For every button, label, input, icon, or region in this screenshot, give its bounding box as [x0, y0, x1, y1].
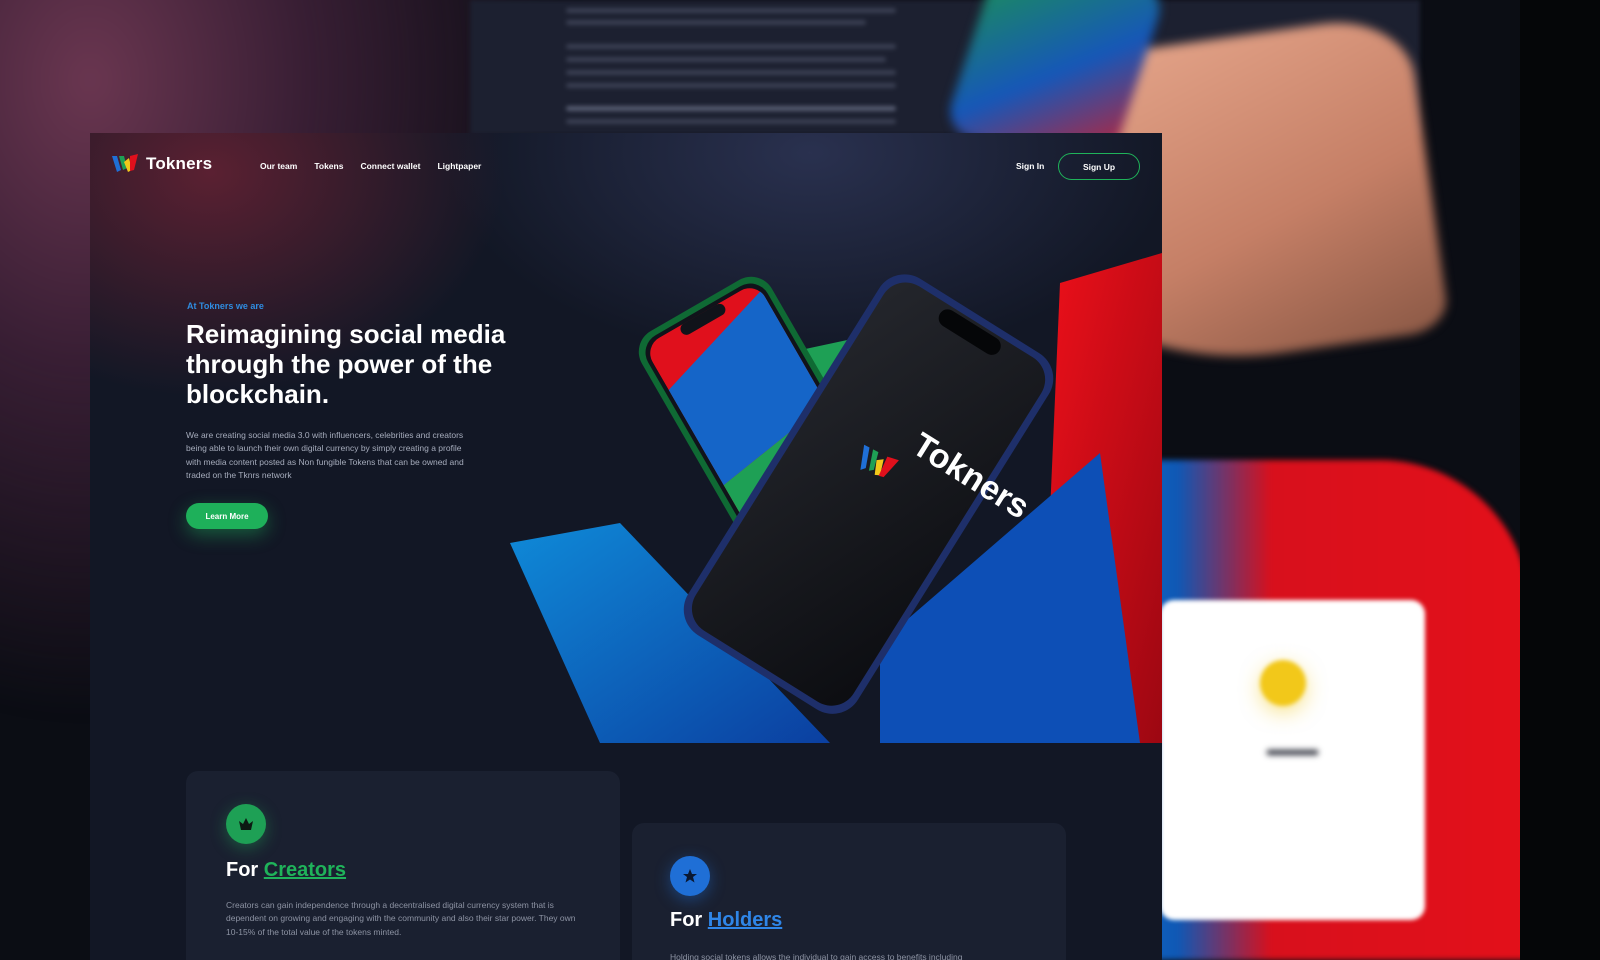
- feature-title-creators: For Creators: [226, 859, 347, 881]
- background-phase-card: ▬▬▬: [1160, 600, 1425, 920]
- landing-page-frame: Tokners Our team Tokens Connect wallet L…: [90, 133, 1162, 960]
- phase-dot-icon: [1260, 660, 1306, 706]
- nav-item-tokens[interactable]: Tokens: [314, 161, 343, 171]
- hero-description: We are creating social media 3.0 with in…: [186, 430, 464, 481]
- brand-logo[interactable]: Tokners: [112, 154, 212, 174]
- top-navigation: Tokners Our team Tokens Connect wallet L…: [90, 133, 1162, 199]
- creators-link[interactable]: Creators: [264, 859, 346, 881]
- sign-in-link[interactable]: Sign In: [1016, 161, 1044, 171]
- hero-eyebrow: At Tokners we are: [187, 301, 264, 311]
- sign-up-button[interactable]: Sign Up: [1058, 153, 1140, 180]
- nav-menu: Our team Tokens Connect wallet Lightpape…: [260, 161, 481, 171]
- tokners-logo-icon: [112, 154, 138, 172]
- holders-link[interactable]: Holders: [708, 909, 782, 931]
- feature-title-holders: For Holders: [670, 909, 783, 931]
- feature-card-holders: For Holders Holding social tokens allows…: [632, 823, 1066, 960]
- nav-item-lightpaper[interactable]: Lightpaper: [437, 161, 481, 171]
- star-icon: [670, 856, 710, 896]
- hero-headline: Reimagining social media through the pow…: [186, 319, 506, 409]
- nav-item-connect-wallet[interactable]: Connect wallet: [360, 161, 420, 171]
- feature-card-creators: For Creators Creators can gain independe…: [186, 771, 620, 960]
- nav-item-our-team[interactable]: Our team: [260, 161, 297, 171]
- brand-name: Tokners: [146, 154, 213, 173]
- feature-body-holders: Holding social tokens allows the individ…: [670, 952, 963, 960]
- crown-icon: [226, 804, 266, 844]
- feature-body-creators: Creators can gain independence through a…: [226, 900, 576, 937]
- learn-more-button[interactable]: Learn More: [186, 503, 268, 529]
